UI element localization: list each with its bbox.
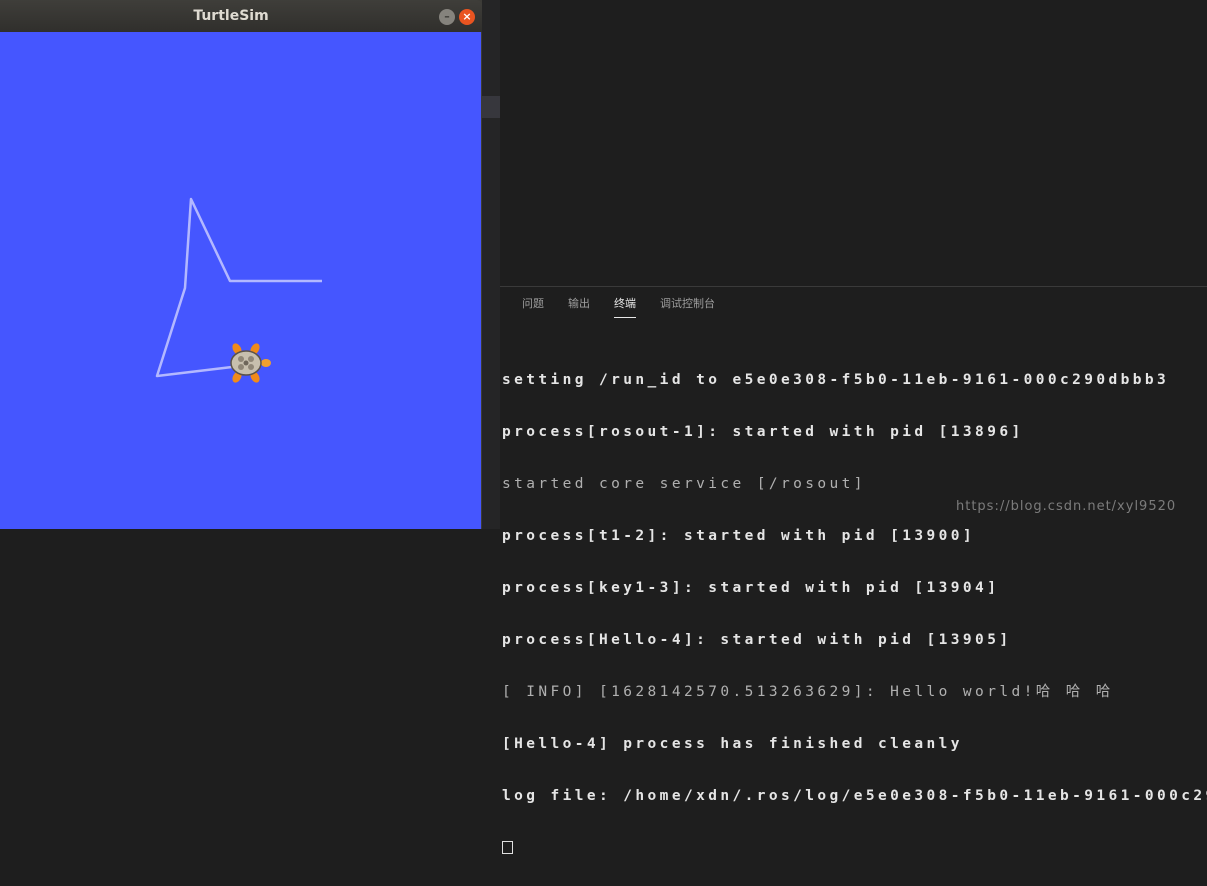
tab-output[interactable]: 输出 xyxy=(568,295,590,317)
tab-problems[interactable]: 问题 xyxy=(522,295,544,317)
terminal-cursor xyxy=(502,841,513,854)
close-button[interactable]: × xyxy=(459,9,475,25)
tab-terminal[interactable]: 终端 xyxy=(614,295,636,318)
title-bar[interactable]: TurtleSim – × xyxy=(0,0,482,32)
terminal-line: [ INFO] [1628142570.513263629]: Hello wo… xyxy=(502,684,1114,700)
window-title: TurtleSim xyxy=(193,8,269,24)
terminal-line: setting /run_id to e5e0e308-f5b0-11eb-91… xyxy=(502,372,1170,388)
terminal-line: process[t1-2]: started with pid [13900] xyxy=(502,528,976,544)
terminal-line: process[rosout-1]: started with pid [138… xyxy=(502,424,1024,440)
close-icon: × xyxy=(462,10,472,23)
minimize-button[interactable]: – xyxy=(439,9,455,25)
terminal-line: process[Hello-4]: started with pid [1390… xyxy=(502,632,1012,648)
strip-highlight xyxy=(482,96,500,118)
terminal-line: [Hello-4] process has finished cleanly xyxy=(502,736,963,752)
terminal-line: process[key1-3]: started with pid [13904… xyxy=(502,580,1000,596)
terminal-output[interactable]: setting /run_id to e5e0e308-f5b0-11eb-91… xyxy=(502,338,1207,886)
panel-tab-bar: 问题 输出 终端 调试控制台 xyxy=(500,287,1207,319)
editor-pane[interactable] xyxy=(500,0,1207,285)
editor-area: 问题 输出 终端 调试控制台 setting /run_id to e5e0e3… xyxy=(482,0,1207,854)
watermark: https://blog.csdn.net/xyl9520 xyxy=(956,499,1177,514)
side-strip xyxy=(482,0,500,529)
terminal-line: started core service [/rosout] xyxy=(502,476,866,492)
turtlesim-window: TurtleSim – × xyxy=(0,0,482,529)
tab-debug-console[interactable]: 调试控制台 xyxy=(660,295,715,317)
terminal-line: log file: /home/xdn/.ros/log/e5e0e308-f5… xyxy=(502,788,1207,804)
minimize-icon: – xyxy=(444,10,450,23)
turtle-canvas xyxy=(0,32,481,529)
turtle-icon xyxy=(230,343,271,383)
